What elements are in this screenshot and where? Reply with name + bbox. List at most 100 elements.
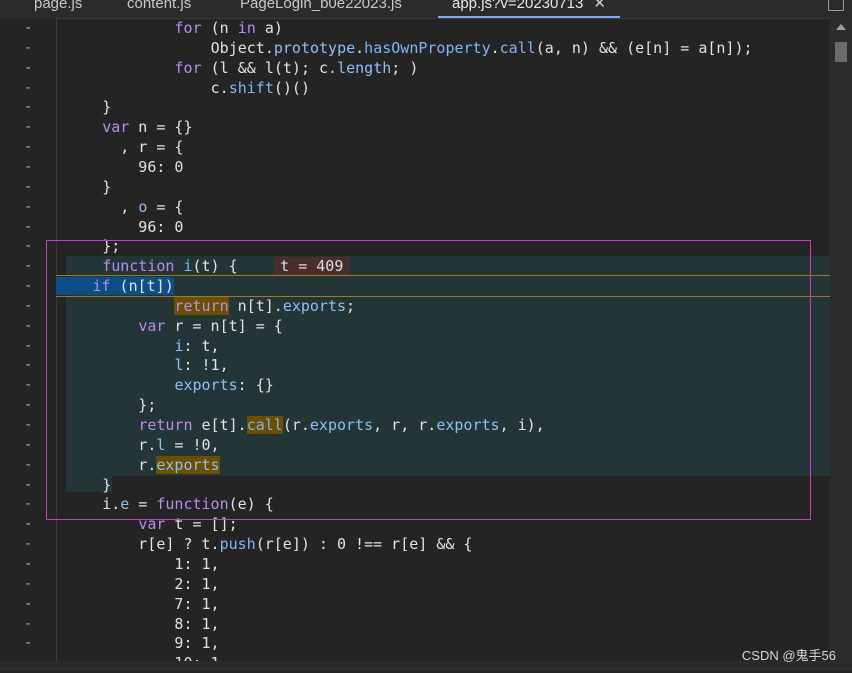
code-line: , o = { (102, 197, 183, 217)
code-line: for (n in a) (138, 18, 283, 38)
code-token: . (355, 38, 365, 57)
tab-2[interactable]: content.js (127, 0, 191, 18)
code-token: a) (255, 19, 283, 37)
line-marker: - (24, 337, 33, 354)
code-token: 7: 1, (102, 594, 220, 613)
code-line: 9: 1, (102, 633, 219, 653)
split-editor-icon[interactable] (828, 0, 844, 11)
code-token: } (102, 475, 112, 494)
code-token: e[t]. (192, 416, 247, 434)
code-token: o (138, 197, 148, 216)
code-token (56, 277, 93, 296)
code-token: (n[t]) (110, 277, 174, 296)
line-marker: - (24, 397, 33, 414)
debug-inline-value: t = 409 (274, 257, 350, 276)
code-line: }; (102, 395, 156, 415)
code-token: (e) { (228, 495, 274, 514)
code-token: shift (228, 78, 274, 97)
code-token: n[t]. (228, 296, 283, 315)
line-marker: - (24, 595, 33, 612)
line-marker: - (24, 536, 33, 553)
code-line: r.l = !0, (102, 435, 219, 455)
line-marker: - (24, 575, 33, 592)
line-marker: - (24, 59, 33, 76)
code-line: var n = {} (102, 117, 192, 137)
code-token: : !1, (183, 356, 229, 375)
code-token: }; (102, 237, 121, 256)
code-token: n = {} (129, 118, 193, 137)
code-token: function (156, 495, 229, 514)
code-line: i: t, (102, 336, 219, 356)
tab-3[interactable]: PageLogin_b0e22023.js (240, 0, 402, 18)
scrollbar-thumb[interactable] (835, 42, 847, 62)
code-token: 96: 0 (102, 217, 184, 236)
code-line: i.e = function(e) { (102, 494, 274, 514)
line-marker: - (24, 178, 33, 195)
code-token: (l && l(t); c. (201, 58, 338, 77)
code-line: 96: 0 (102, 217, 183, 237)
code-token: , r = { (102, 138, 184, 157)
code-line: Object.prototype.hasOwnProperty.call(a, … (138, 38, 753, 58)
code-token: 2: 1, (102, 574, 220, 593)
line-marker: - (24, 198, 33, 215)
tab-label: app.js?v=20230713 (452, 0, 584, 12)
code-token: = !0, (165, 435, 220, 454)
code-token: : {} (237, 376, 274, 395)
code-token: 96: 0 (102, 157, 184, 176)
code-line: return n[t].exports; (102, 296, 355, 316)
code-line: function i(t) { (102, 256, 237, 276)
line-marker: - (24, 317, 33, 334)
code-editor[interactable]: for (n in a) Object.prototype.hasOwnProp… (56, 18, 830, 671)
watermark: CSDN @鬼手56 (741, 648, 836, 663)
code-line: , r = { (102, 137, 183, 157)
code-token: var (102, 118, 130, 137)
code-token: = { (147, 197, 184, 216)
vertical-scrollbar[interactable] (830, 18, 852, 671)
code-line: 96: 0 (102, 157, 183, 177)
code-token: r. (102, 435, 157, 454)
code-token: for (174, 58, 202, 77)
line-marker: - (24, 377, 33, 394)
code-token: , r, r. (373, 416, 437, 434)
line-marker: - (24, 555, 33, 572)
tab-1[interactable]: page.js (34, 0, 82, 18)
code-token: (a, n) && (e[n] = a[n]); (535, 38, 753, 57)
tab-4[interactable]: app.js?v=20230713 ✕ (438, 0, 620, 18)
code-token: call (246, 416, 283, 434)
code-token: (r[e]) : 0 !== r[e] && { (255, 535, 473, 554)
code-line: c.shift()() (138, 78, 310, 98)
line-marker: - (24, 297, 33, 314)
scroll-up-arrow-icon[interactable] (836, 24, 846, 30)
code-line: }; (102, 236, 120, 256)
tab-label: content.js (127, 0, 192, 12)
code-token: }; (102, 396, 157, 415)
line-marker: - (24, 615, 33, 632)
line-marker: - (24, 158, 33, 175)
code-token: } (102, 98, 112, 117)
code-token: 8: 1, (102, 614, 220, 633)
code-line: 1: 1, (102, 554, 219, 574)
code-token: for (174, 19, 202, 37)
code-token: 9: 1, (102, 634, 220, 653)
code-token: push (219, 535, 256, 554)
code-token: ; (346, 296, 356, 315)
code-token: (t) { (192, 257, 238, 276)
line-marker: - (24, 258, 33, 275)
horizontal-scrollbar[interactable] (0, 661, 852, 671)
code-line: 2: 1, (102, 574, 219, 594)
close-tab-icon[interactable]: ✕ (593, 0, 606, 12)
line-marker: - (24, 357, 33, 374)
code-token: hasOwnProperty (364, 38, 491, 57)
code-token: ()() (273, 78, 310, 97)
line-marker: - (24, 79, 33, 96)
code-token: prototype (273, 38, 356, 57)
code-line: return e[t].call(r.exports, r, r.exports… (102, 415, 545, 435)
code-line: if (n[t]) (56, 276, 174, 296)
